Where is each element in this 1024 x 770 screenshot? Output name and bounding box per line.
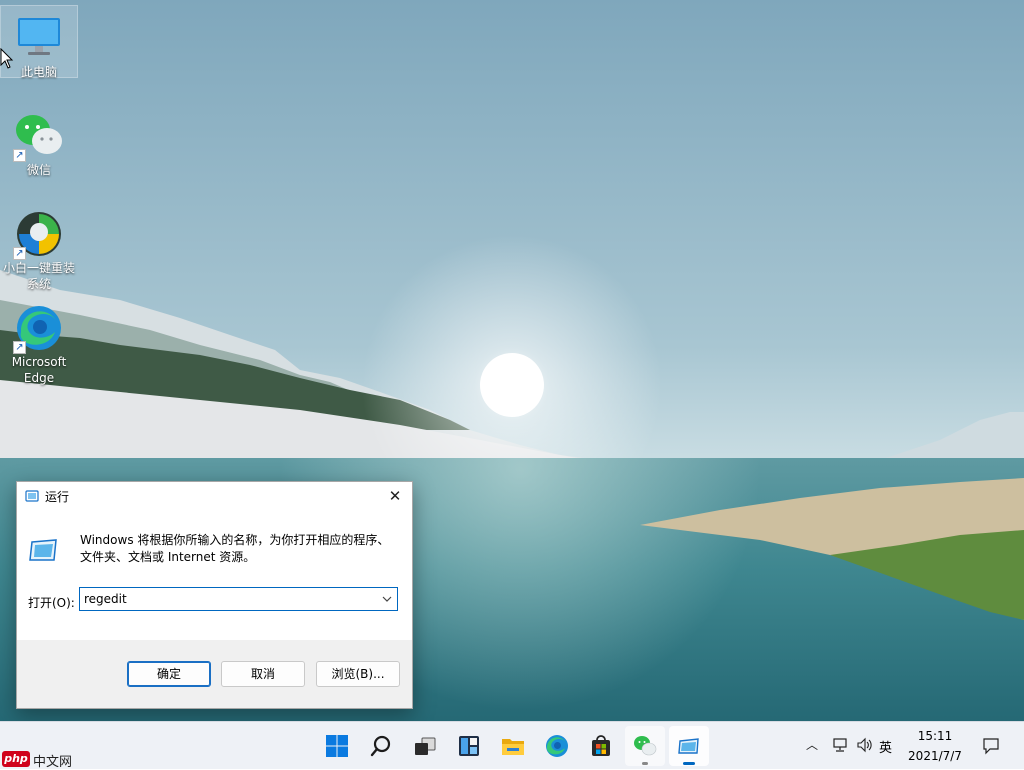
taskbar: ︿ 英 15:11 2021/7/7 <box>0 721 1024 769</box>
php-logo: php <box>2 751 30 767</box>
chevron-up-icon[interactable]: ︿ <box>806 736 818 753</box>
open-input[interactable] <box>80 588 383 610</box>
clock-time[interactable]: 15:11 <box>912 729 958 743</box>
run-icon <box>678 738 699 754</box>
run-icon <box>29 539 57 561</box>
run-dialog: 运行 ✕ Windows 将根据你所输入的名称，为你打开相应的程序、文件夹、文档… <box>16 481 413 709</box>
edge-icon <box>546 735 568 757</box>
task-view-icon <box>415 737 436 755</box>
close-icon: ✕ <box>388 487 402 505</box>
folder-icon <box>502 739 524 755</box>
taskbar-file-explorer-button[interactable] <box>493 726 533 766</box>
taskbar-edge-button[interactable] <box>537 726 577 766</box>
desktop-icon-edge[interactable]: ↗ Microsoft Edge <box>0 296 78 389</box>
run-dialog-description: Windows 将根据你所输入的名称，为你打开相应的程序、文件夹、文档或 Int… <box>80 533 390 564</box>
shortcut-arrow-icon: ↗ <box>13 247 26 260</box>
network-icon[interactable] <box>832 737 848 753</box>
search-icon <box>370 735 391 757</box>
ok-button[interactable]: 确定 <box>127 661 211 687</box>
volume-icon[interactable] <box>856 737 872 753</box>
taskbar-wechat-button[interactable] <box>625 726 665 766</box>
edge-icon: ↗ <box>13 302 65 354</box>
mouse-cursor-icon <box>0 48 14 69</box>
chevron-down-icon[interactable] <box>379 591 395 607</box>
store-icon <box>592 735 610 756</box>
taskbar-start-button[interactable] <box>317 726 357 766</box>
taskbar-store-button[interactable] <box>581 726 621 766</box>
open-combobox[interactable] <box>79 587 398 611</box>
taskbar-run-button[interactable] <box>669 726 709 766</box>
desktop-icon-label: 小白一键重装系统 <box>2 261 75 291</box>
run-dialog-titlebar[interactable]: 运行 ✕ <box>17 482 412 510</box>
clock-date[interactable]: 2021/7/7 <box>904 749 966 763</box>
active-indicator <box>683 762 695 765</box>
xiaobai-reinstall-icon: ↗ <box>13 208 65 260</box>
close-button[interactable]: ✕ <box>378 482 412 510</box>
desktop-icon-label: 微信 <box>26 163 51 177</box>
wechat-icon <box>634 736 657 756</box>
computer-icon <box>13 12 65 64</box>
open-label: 打开(O): <box>28 596 75 610</box>
taskbar-search-button[interactable] <box>361 726 401 766</box>
notification-icon[interactable] <box>982 737 1000 755</box>
run-dialog-title: 运行 <box>45 490 70 504</box>
desktop-icon-xiaobai[interactable]: ↗ 小白一键重装系统 <box>0 202 78 295</box>
widgets-icon <box>459 736 479 756</box>
browse-button[interactable]: 浏览(B)... <box>316 661 400 687</box>
desktop-icon-label: Microsoft Edge <box>11 355 67 385</box>
watermark-text: 中文网 <box>33 755 73 770</box>
run-dialog-footer: 确定 取消 浏览(B)... <box>17 640 412 708</box>
shortcut-arrow-icon: ↗ <box>13 149 26 162</box>
windows-start-icon <box>326 735 348 757</box>
ime-indicator[interactable]: 英 <box>879 737 892 756</box>
taskbar-widgets-button[interactable] <box>449 726 489 766</box>
running-indicator <box>642 762 648 765</box>
run-icon <box>25 490 39 502</box>
shortcut-arrow-icon: ↗ <box>13 341 26 354</box>
wechat-icon: ↗ <box>13 110 65 162</box>
run-dialog-body: Windows 将根据你所输入的名称，为你打开相应的程序、文件夹、文档或 Int… <box>17 510 412 640</box>
taskbar-task-view-button[interactable] <box>405 726 445 766</box>
cancel-button[interactable]: 取消 <box>221 661 305 687</box>
desktop-icon-wechat[interactable]: ↗ 微信 <box>0 104 78 181</box>
